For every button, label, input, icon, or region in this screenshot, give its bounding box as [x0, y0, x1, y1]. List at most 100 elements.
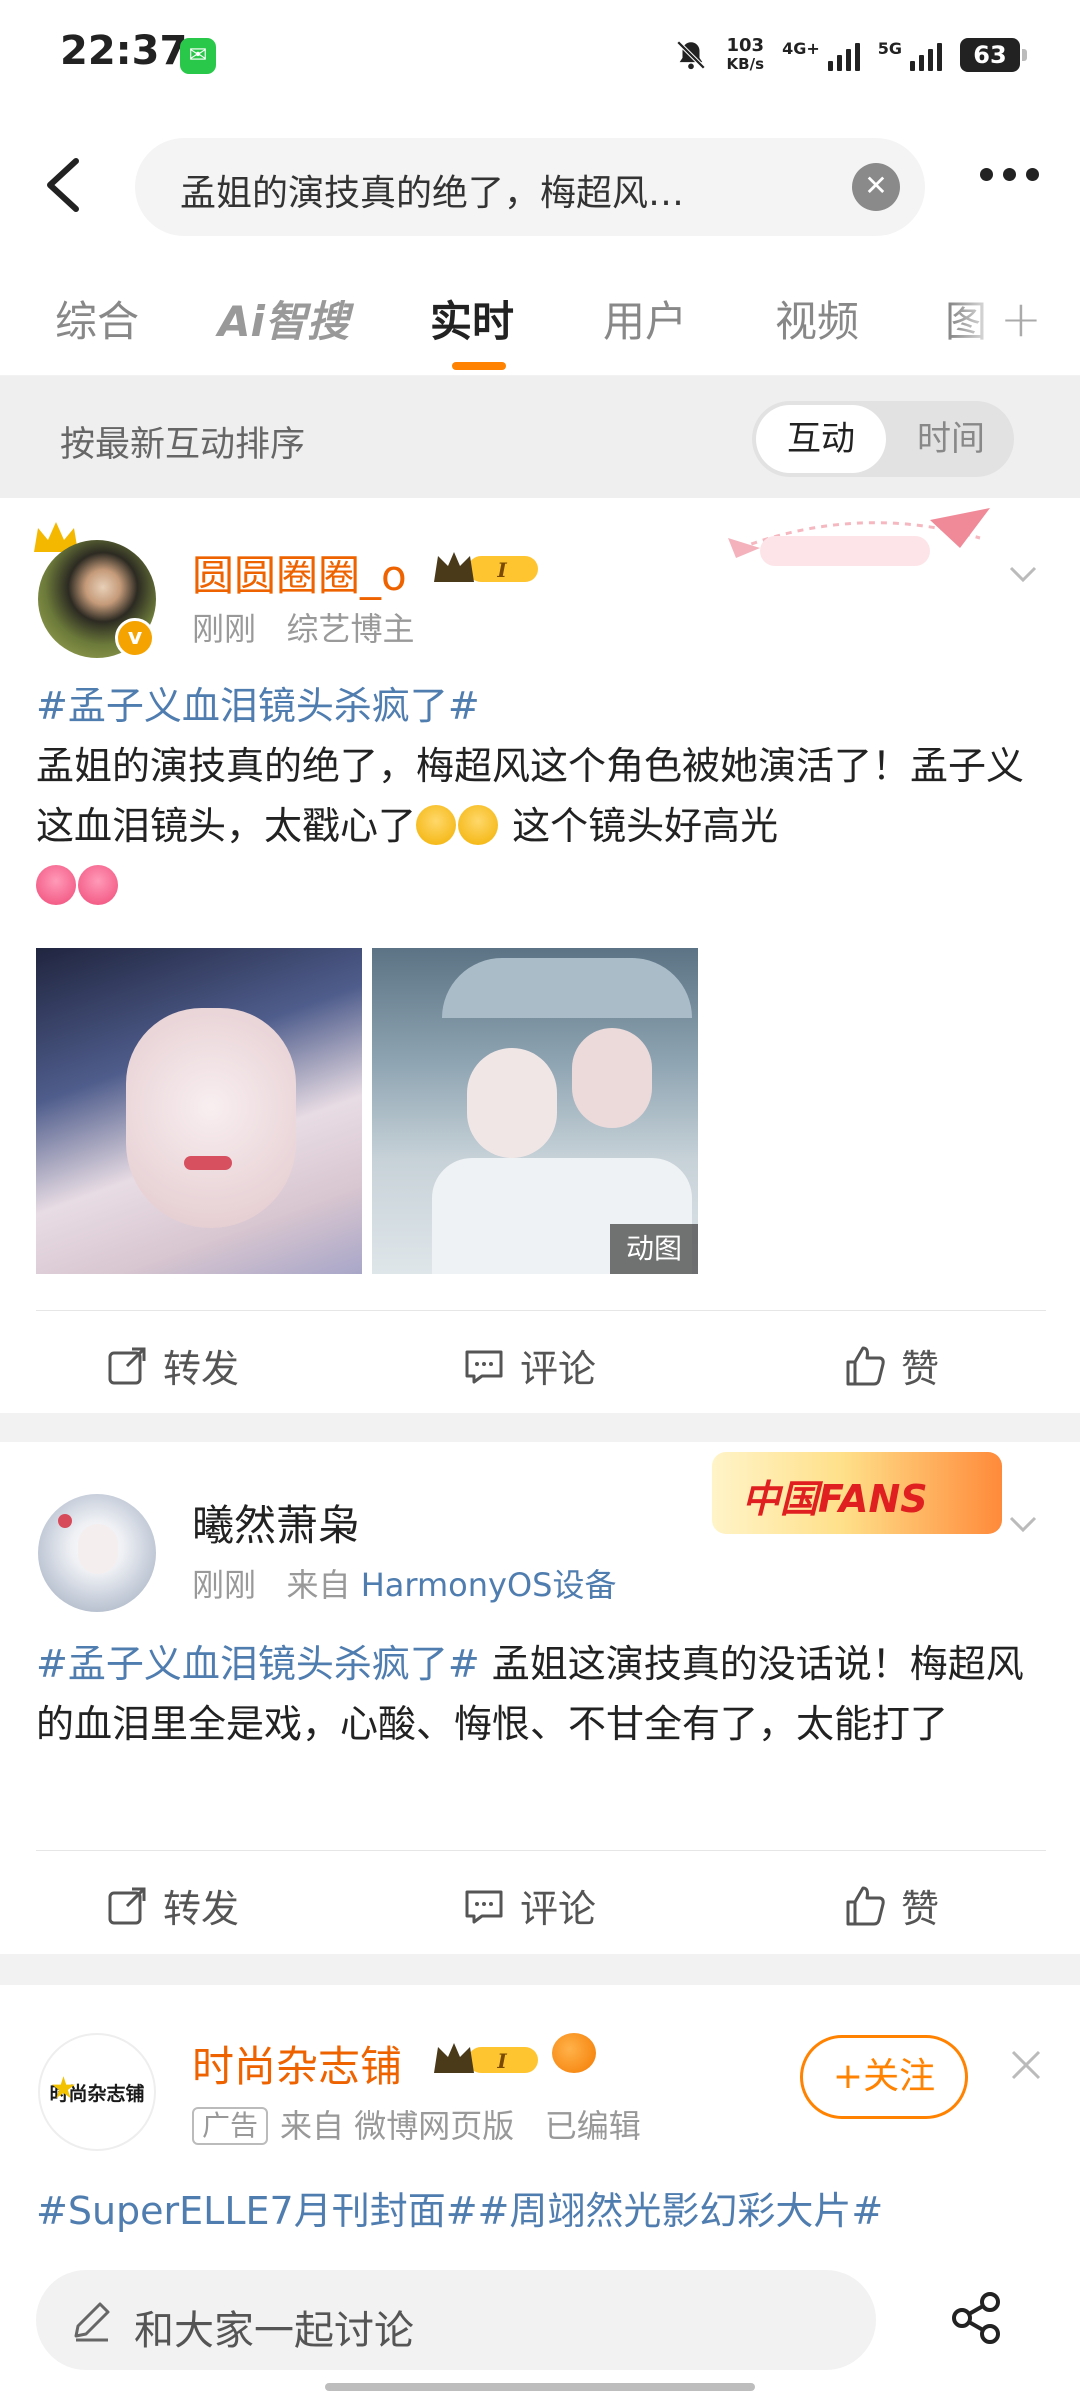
post-card[interactable]: 曦然萧枭 刚刚 来自 HarmonyOS设备 中国FANS #孟子义血泪镜头杀疯… [0, 1442, 1080, 1954]
comment-button[interactable]: 评论 [462, 1338, 596, 1393]
status-bar: 22:37 ✉ 103 KB/s 4G+ 5G 63 [0, 0, 1080, 115]
add-tab-icon[interactable]: + [1000, 290, 1042, 348]
sort-toggle[interactable]: 互动 时间 [752, 401, 1014, 477]
username[interactable]: 时尚杂志铺 [192, 2033, 402, 2094]
top-header: 22:37 ✉ 103 KB/s 4G+ 5G 63 孟姐的演技真的绝了，梅超风… [0, 0, 1080, 375]
repost-label: 转发 [163, 1887, 240, 1931]
like-button[interactable]: 赞 [843, 1338, 939, 1393]
post-time: 刚刚 [192, 610, 257, 648]
post-time: 刚刚 [192, 1566, 257, 1604]
avatar[interactable] [38, 1494, 156, 1612]
tab-realtime[interactable]: 实时 [430, 288, 514, 349]
thumbs-up-icon [846, 1886, 885, 1925]
home-indicator[interactable] [325, 2383, 755, 2391]
comment-icon [465, 1350, 503, 1383]
clear-icon[interactable]: ✕ [852, 163, 900, 211]
like-button[interactable]: 赞 [843, 1878, 939, 1933]
post-gif-image[interactable]: 动图 [372, 948, 698, 1274]
post-card[interactable]: v 圆圆圈圈_o I 刚刚 综艺博主 #孟子义血泪镜头杀疯了# 孟姐的演技真的绝… [0, 498, 1080, 1413]
sort-option-time[interactable]: 时间 [892, 405, 1010, 473]
share-icon[interactable] [948, 2290, 1004, 2346]
comment-button[interactable]: 评论 [462, 1878, 596, 1933]
close-icon[interactable] [1008, 2047, 1044, 2083]
svg-text:I: I [496, 2049, 507, 2073]
hashtag-link[interactable]: #孟子义血泪镜头杀疯了# [36, 1642, 480, 1686]
search-tabs: 综合 Ai智搜 实时 用户 视频 图 + [0, 280, 1080, 375]
tab-users[interactable]: 用户 [603, 288, 687, 349]
follow-button[interactable]: +关注 [800, 2035, 968, 2119]
repost-icon [108, 1347, 146, 1384]
ad-tag: 广告 [192, 2107, 269, 2145]
sort-option-interaction[interactable]: 互动 [756, 405, 886, 473]
thumbs-up-icon [846, 1346, 885, 1385]
chevron-down-icon[interactable] [1005, 1506, 1041, 1542]
china-fans-sticker: 中国FANS [712, 1452, 1002, 1534]
umbrella-shape [442, 958, 692, 1018]
sort-label: 按最新互动排序 [60, 425, 306, 465]
repost-label: 转发 [163, 1347, 240, 1391]
sort-bar: 按最新互动排序 互动 时间 [0, 376, 1080, 498]
gif-badge: 动图 [610, 1224, 698, 1274]
repost-button[interactable]: 转发 [105, 1338, 239, 1393]
lips-shape [184, 1156, 232, 1170]
hashtag-link[interactable]: #SuperELLE7月刊封面##周翊然光影幻彩大片# [36, 2189, 883, 2233]
post-actions: 转发 评论 赞 [0, 1310, 1080, 1415]
net-speed-unit: KB/s [726, 55, 764, 73]
flower-shape [58, 1514, 72, 1528]
face-shape [572, 1028, 652, 1128]
search-bar[interactable]: 孟姐的演技真的绝了，梅超风… ✕ [135, 138, 925, 236]
avatar[interactable]: 时尚杂志铺 ★ [38, 2033, 156, 2151]
sad-emoji-icon [458, 805, 499, 845]
vip-level-badge: I [434, 552, 538, 582]
pencil-icon [74, 2302, 110, 2342]
like-label: 赞 [901, 1887, 940, 1931]
mute-bell-icon [677, 40, 706, 70]
like-label: 赞 [901, 1347, 940, 1391]
repost-button[interactable]: 转发 [105, 1878, 239, 1933]
more-dots-icon[interactable] [980, 168, 1039, 181]
wechat-notification-icon: ✉ [180, 38, 216, 74]
post-meta: 刚刚 综艺博主 [192, 604, 415, 650]
fish-emoji-icon [552, 2033, 596, 2073]
hashtag-link[interactable]: #孟子义血泪镜头杀疯了# [36, 684, 480, 728]
active-tab-indicator [452, 362, 506, 370]
post-source-prefix: 来自 [286, 1566, 351, 1604]
face-shape [467, 1048, 557, 1158]
sad-emoji-icon [416, 805, 457, 845]
discuss-input[interactable]: 和大家一起讨论 [36, 2270, 876, 2370]
discuss-placeholder: 和大家一起讨论 [134, 2308, 414, 2354]
face-shape [78, 1524, 118, 1574]
bottom-comment-bar: 和大家一起讨论 [0, 2238, 1080, 2400]
post-source: 综艺博主 [286, 610, 415, 648]
face-shape [126, 1008, 296, 1228]
post-body: #孟子义血泪镜头杀疯了# 孟姐这演技真的没话说！梅超风的血泪里全是戏，心酸、悔恨… [36, 1634, 1046, 1754]
status-icons: 103 KB/s 4G+ 5G 63 [674, 30, 1027, 80]
net-speed-value: 103 [726, 35, 765, 56]
post-text-tail: 这个镜头好高光 [500, 804, 779, 848]
tab-ai-search[interactable]: Ai智搜 [218, 288, 349, 349]
svg-text:I: I [496, 558, 507, 582]
username[interactable]: 圆圆圈圈_o [192, 542, 407, 603]
edited-label: 已编辑 [544, 2107, 641, 2145]
battery-icon: 63 [960, 38, 1027, 72]
repost-icon [108, 1887, 146, 1924]
search-query[interactable]: 孟姐的演技真的绝了，梅超风… [180, 164, 684, 216]
paper-plane-decoration [728, 508, 990, 566]
comment-label: 评论 [520, 1347, 597, 1391]
post-source: 来自 微博网页版 [280, 2107, 515, 2145]
tab-videos[interactable]: 视频 [775, 288, 859, 349]
signal-4g-icon: 4G+ [782, 39, 860, 71]
post-image[interactable] [36, 948, 362, 1274]
post-actions: 转发 评论 赞 [0, 1850, 1080, 1955]
heart-eyes-emoji-icon [36, 865, 76, 905]
username[interactable]: 曦然萧枭 [192, 1492, 360, 1553]
net-speed: 103 KB/s [726, 35, 765, 74]
ad-post-card[interactable]: 时尚杂志铺 ★ 时尚杂志铺 I 广告 来自 微博网页版 已编辑 +关注 #Supe… [0, 1985, 1080, 2238]
post-body: #SuperELLE7月刊封面##周翊然光影幻彩大片# [36, 2181, 1046, 2241]
post-source-device[interactable]: HarmonyOS设备 [361, 1566, 617, 1604]
clock: 22:37 [60, 28, 188, 74]
back-arrow-icon[interactable] [40, 155, 90, 215]
chevron-down-icon[interactable] [1005, 556, 1041, 592]
tab-comprehensive[interactable]: 综合 [55, 288, 139, 349]
signal-5g-label: 5G [877, 39, 902, 58]
